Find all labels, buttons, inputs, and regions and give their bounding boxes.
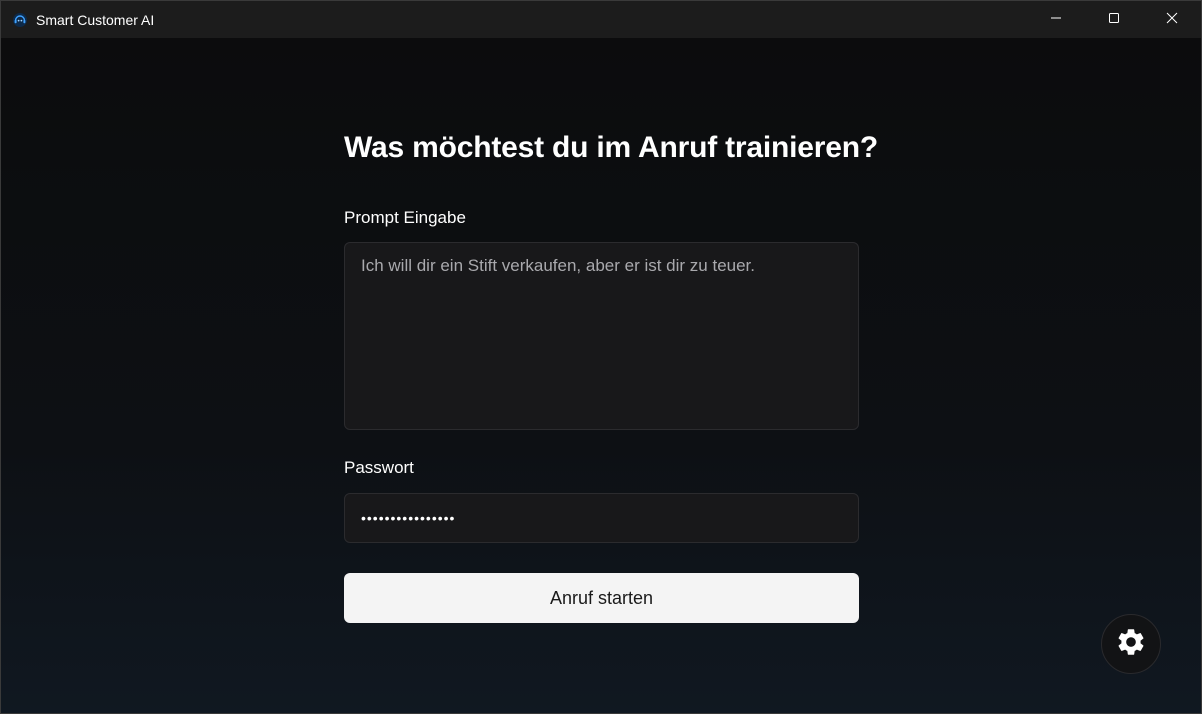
window-controls	[1027, 1, 1201, 38]
maximize-icon	[1108, 11, 1120, 29]
title-bar[interactable]: Smart Customer AI	[1, 1, 1201, 38]
window-title: Smart Customer AI	[36, 11, 155, 28]
minimize-icon	[1050, 11, 1062, 29]
main-content: Was möchtest du im Anruf trainieren? Pro…	[1, 38, 1201, 713]
gear-icon	[1115, 626, 1147, 663]
prompt-label: Prompt Eingabe	[344, 208, 466, 227]
password-field[interactable]	[344, 493, 859, 543]
close-button[interactable]	[1143, 1, 1201, 38]
close-icon	[1166, 11, 1178, 29]
settings-button[interactable]	[1101, 614, 1161, 674]
app-window: Smart Customer AI Was möchtest du im Anr…	[0, 0, 1202, 714]
password-label: Passwort	[344, 458, 414, 477]
minimize-button[interactable]	[1027, 1, 1085, 38]
start-call-button[interactable]: Anruf starten	[344, 573, 859, 623]
headset-bot-icon	[12, 12, 28, 28]
maximize-button[interactable]	[1085, 1, 1143, 38]
page-title: Was möchtest du im Anruf trainieren?	[344, 131, 878, 164]
prompt-input[interactable]	[344, 242, 859, 430]
